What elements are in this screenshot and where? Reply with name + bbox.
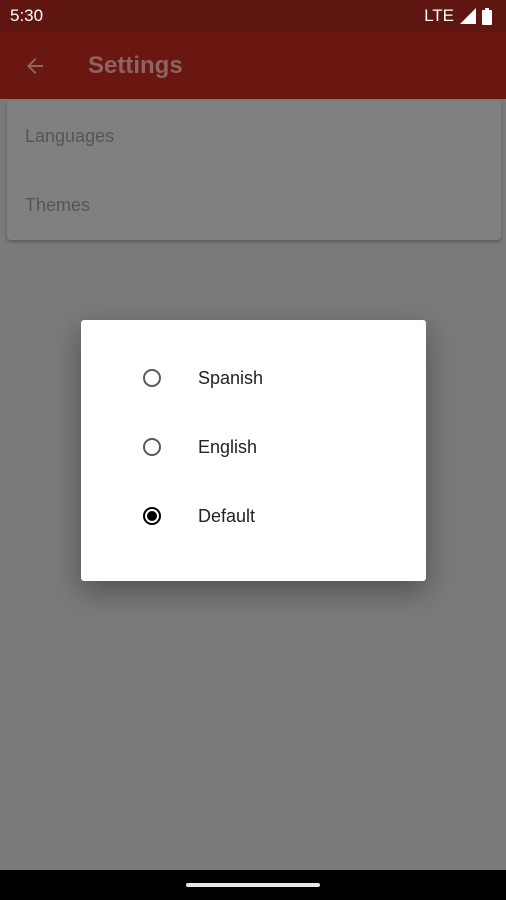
option-label: Default bbox=[198, 505, 256, 526]
status-bar: 5:30 LTE bbox=[0, 0, 506, 32]
radio-button-checked[interactable] bbox=[143, 507, 161, 525]
option-spanish[interactable]: Spanish bbox=[143, 358, 383, 398]
page-title: Settings bbox=[88, 51, 183, 79]
signal-icon bbox=[460, 8, 476, 24]
option-label: English bbox=[198, 436, 258, 457]
settings-card: Languages Themes bbox=[7, 100, 501, 240]
home-gesture-handle[interactable] bbox=[186, 883, 320, 887]
status-time: 5:30 bbox=[10, 6, 44, 25]
status-icons: LTE bbox=[424, 6, 492, 26]
battery-icon bbox=[482, 7, 492, 25]
back-button[interactable] bbox=[20, 51, 50, 81]
option-label: Spanish bbox=[198, 367, 264, 388]
radio-button-unchecked[interactable] bbox=[143, 369, 161, 387]
app-bar: Settings bbox=[0, 32, 506, 99]
option-default[interactable]: Default bbox=[143, 496, 383, 536]
navigation-bar bbox=[0, 870, 506, 900]
option-english[interactable]: English bbox=[143, 427, 383, 467]
settings-item-languages[interactable]: Languages bbox=[25, 126, 114, 147]
arrow-back-icon bbox=[27, 57, 43, 74]
network-type: LTE bbox=[424, 6, 454, 25]
language-dialog: Spanish English Default bbox=[81, 320, 426, 581]
radio-dot bbox=[147, 511, 157, 521]
settings-item-themes[interactable]: Themes bbox=[25, 195, 90, 216]
radio-button-unchecked[interactable] bbox=[143, 438, 161, 456]
